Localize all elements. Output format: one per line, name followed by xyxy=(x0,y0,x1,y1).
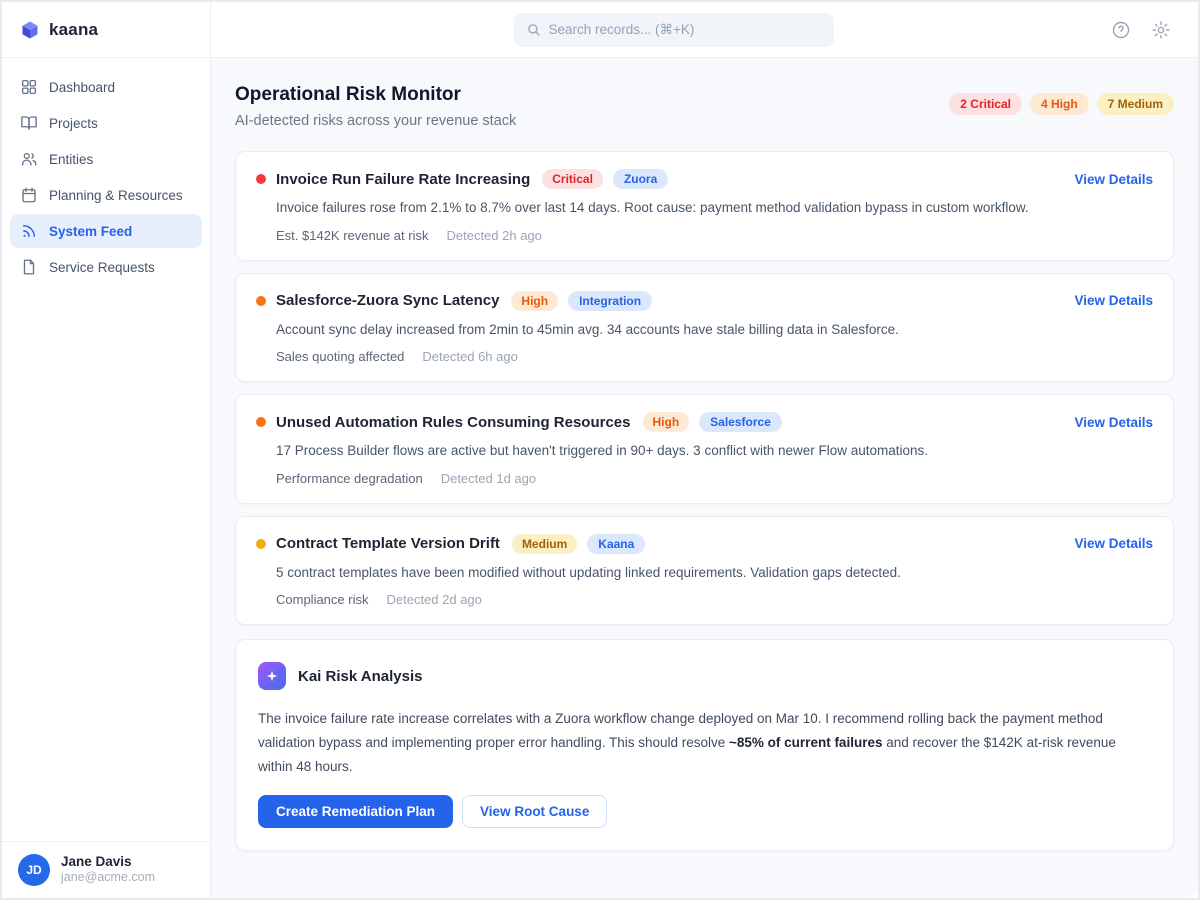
view-details-link[interactable]: View Details xyxy=(1074,415,1153,430)
search-box[interactable] xyxy=(514,13,834,47)
main-region: Operational Risk Monitor AI-detected ris… xyxy=(211,2,1198,898)
sidebar-nav: Dashboard Projects Entities Planning & R… xyxy=(2,58,210,841)
risk-impact: Performance degradation xyxy=(276,471,423,486)
severity-badge: Medium xyxy=(512,534,577,554)
sidebar-item-label: Entities xyxy=(49,152,93,167)
risk-card-list: Invoice Run Failure Rate Increasing Crit… xyxy=(235,151,1174,851)
sidebar-item-label: System Feed xyxy=(49,224,132,239)
risk-detected-time: Detected 2d ago xyxy=(386,592,481,607)
app-name: kaana xyxy=(49,20,98,40)
risk-card: Unused Automation Rules Consuming Resour… xyxy=(235,394,1174,504)
user-email: jane@acme.com xyxy=(61,870,155,886)
risk-card: Salesforce-Zuora Sync Latency High Integ… xyxy=(235,273,1174,383)
risk-card: Contract Template Version Drift Medium K… xyxy=(235,516,1174,626)
app-window: kaana Dashboard Projects Entities Planni… xyxy=(0,0,1200,900)
source-tag: Integration xyxy=(568,291,652,311)
sparkle-icon xyxy=(258,662,286,690)
create-remediation-plan-button[interactable]: Create Remediation Plan xyxy=(258,795,453,828)
logo: kaana xyxy=(2,2,210,58)
page-title: Operational Risk Monitor xyxy=(235,84,516,106)
kai-body: The invoice failure rate increase correl… xyxy=(258,707,1151,778)
severity-badge: Critical xyxy=(542,169,603,189)
severity-dot xyxy=(256,417,266,427)
content-area: Operational Risk Monitor AI-detected ris… xyxy=(211,58,1198,898)
sidebar-item-projects[interactable]: Projects xyxy=(10,106,202,140)
search-icon xyxy=(526,22,541,37)
severity-dot xyxy=(256,296,266,306)
source-tag: Salesforce xyxy=(699,412,782,432)
risk-description: 17 Process Builder flows are active but … xyxy=(276,441,1153,461)
sidebar-item-label: Projects xyxy=(49,116,98,131)
medium-count-badge: 7 Medium xyxy=(1097,93,1174,115)
book-icon xyxy=(20,114,38,132)
cube-logo-icon xyxy=(20,20,40,40)
sidebar-item-planning-resources[interactable]: Planning & Resources xyxy=(10,178,202,212)
severity-badge: High xyxy=(511,291,558,311)
risk-title: Invoice Run Failure Rate Increasing xyxy=(276,171,530,188)
page-subtitle: AI-detected risks across your revenue st… xyxy=(235,113,516,129)
risk-impact: Est. $142K revenue at risk xyxy=(276,228,428,243)
risk-card: Invoice Run Failure Rate Increasing Crit… xyxy=(235,151,1174,261)
help-icon[interactable] xyxy=(1110,19,1132,41)
summary-badges: 2 Critical 4 High 7 Medium xyxy=(949,84,1174,115)
search-input[interactable] xyxy=(549,22,822,37)
source-tag: Zuora xyxy=(613,169,668,189)
users-icon xyxy=(20,150,38,168)
file-icon xyxy=(20,258,38,276)
view-details-link[interactable]: View Details xyxy=(1074,172,1153,187)
sidebar-item-label: Planning & Resources xyxy=(49,188,183,203)
sidebar-item-service-requests[interactable]: Service Requests xyxy=(10,250,202,284)
sidebar-item-system-feed[interactable]: System Feed xyxy=(10,214,202,248)
user-profile[interactable]: JD Jane Davis jane@acme.com xyxy=(2,841,210,899)
severity-dot xyxy=(256,174,266,184)
risk-detected-time: Detected 2h ago xyxy=(446,228,541,243)
severity-badge: High xyxy=(643,412,690,432)
kai-title: Kai Risk Analysis xyxy=(298,668,423,685)
dashboard-grid-icon xyxy=(20,78,38,96)
view-details-link[interactable]: View Details xyxy=(1074,293,1153,308)
critical-count-badge: 2 Critical xyxy=(949,93,1022,115)
view-root-cause-button[interactable]: View Root Cause xyxy=(462,795,607,828)
risk-title: Contract Template Version Drift xyxy=(276,535,500,552)
avatar: JD xyxy=(18,854,50,886)
severity-dot xyxy=(256,539,266,549)
view-details-link[interactable]: View Details xyxy=(1074,536,1153,551)
risk-detected-time: Detected 1d ago xyxy=(441,471,536,486)
risk-description: Account sync delay increased from 2min t… xyxy=(276,320,1153,340)
rss-icon xyxy=(20,222,38,240)
user-name: Jane Davis xyxy=(61,854,155,871)
sidebar-item-label: Service Requests xyxy=(49,260,155,275)
risk-impact: Compliance risk xyxy=(276,592,368,607)
sidebar-item-entities[interactable]: Entities xyxy=(10,142,202,176)
risk-title: Salesforce-Zuora Sync Latency xyxy=(276,292,499,309)
kai-analysis-card: Kai Risk Analysis The invoice failure ra… xyxy=(235,639,1174,851)
risk-description: Invoice failures rose from 2.1% to 8.7% … xyxy=(276,198,1153,218)
topbar xyxy=(211,2,1198,58)
high-count-badge: 4 High xyxy=(1030,93,1089,115)
sidebar-item-label: Dashboard xyxy=(49,80,115,95)
page-header: Operational Risk Monitor AI-detected ris… xyxy=(235,84,1174,129)
risk-title: Unused Automation Rules Consuming Resour… xyxy=(276,414,631,431)
risk-detected-time: Detected 6h ago xyxy=(422,349,517,364)
kai-body-highlight: ~85% of current failures xyxy=(729,735,882,750)
risk-impact: Sales quoting affected xyxy=(276,349,404,364)
source-tag: Kaana xyxy=(587,534,645,554)
risk-description: 5 contract templates have been modified … xyxy=(276,563,1153,583)
gear-icon[interactable] xyxy=(1150,19,1172,41)
sidebar-item-dashboard[interactable]: Dashboard xyxy=(10,70,202,104)
calendar-icon xyxy=(20,186,38,204)
sidebar: kaana Dashboard Projects Entities Planni… xyxy=(2,2,211,898)
